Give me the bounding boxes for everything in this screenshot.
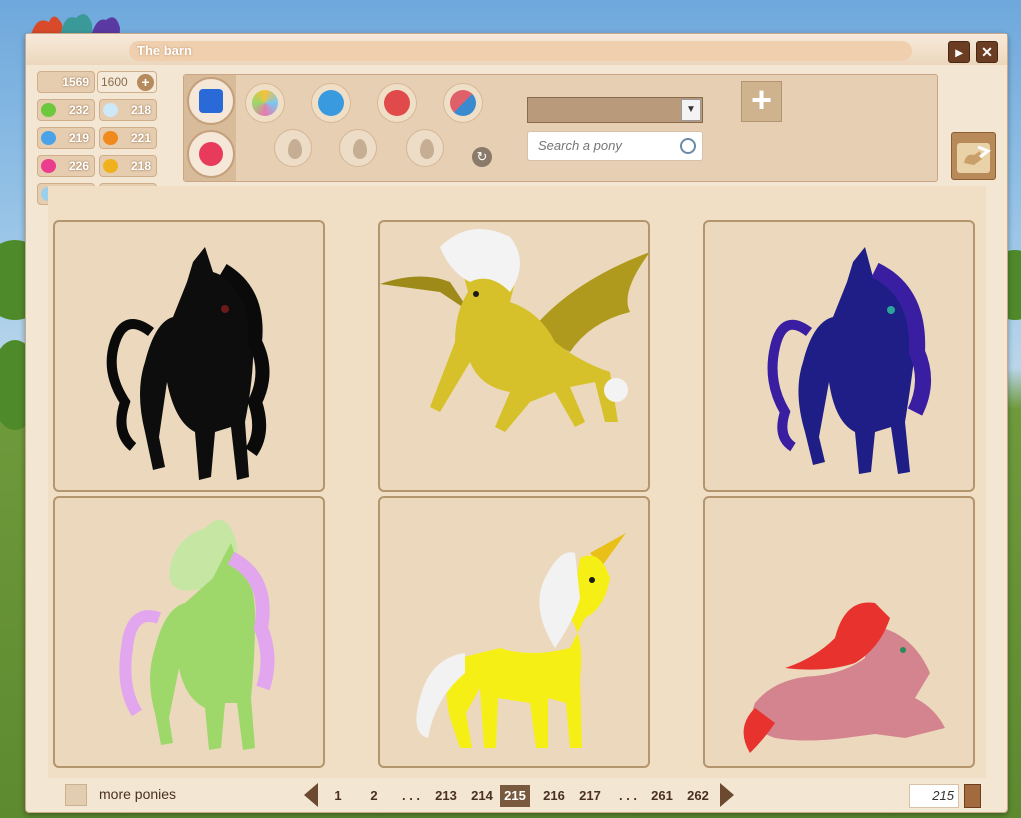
stat-value: 221 (130, 131, 151, 145)
page-link[interactable]: 216 (539, 785, 569, 807)
bubbles-icon (41, 131, 56, 145)
stat-paw: 218 (99, 155, 157, 177)
filter-breed[interactable] (443, 83, 483, 123)
pony-count: 1569 (37, 71, 95, 93)
page-ellipsis: . . . (401, 788, 421, 803)
pony-pair-icon (450, 90, 476, 116)
stat-value: 219 (68, 131, 89, 145)
filter-gender[interactable] (311, 83, 351, 123)
go-page-button[interactable] (964, 784, 981, 808)
page-link[interactable]: 217 (575, 785, 605, 807)
next-page-icon[interactable] (720, 783, 734, 807)
tab-folder[interactable] (187, 77, 235, 125)
view-tabs (184, 75, 236, 181)
pony-card-green-fairy[interactable] (53, 496, 325, 768)
prev-page-icon[interactable] (304, 783, 318, 807)
apple-icon (41, 103, 56, 117)
window-title: The barn (129, 41, 912, 61)
pony-card-pink-lying[interactable] (703, 496, 975, 768)
stat-cloud: 218 (99, 99, 157, 121)
more-ponies-label: more ponies (99, 786, 177, 802)
chevron-down-icon[interactable]: ▼ (681, 99, 701, 121)
add-capacity-button[interactable]: + (137, 74, 154, 91)
folder-icon (199, 89, 223, 113)
barn-capacity: 1600 + (97, 71, 157, 93)
pony-card-yellow-unicorn[interactable] (378, 496, 650, 768)
stat-apple: 232 (37, 99, 95, 121)
ring-heart-icon (384, 90, 410, 116)
capacity-value: 1600 (101, 75, 128, 89)
paw-icon (103, 159, 118, 173)
drop-icon (353, 139, 367, 159)
stat-flame: 221 (99, 127, 157, 149)
close-button[interactable]: ✕ (976, 41, 998, 63)
filter-toolbar: ↻ ▼ + (183, 74, 938, 182)
page-ellipsis: . . . (618, 788, 638, 803)
stat-value: 218 (130, 103, 151, 117)
filter-unicorn[interactable] (274, 129, 312, 167)
search-icon[interactable] (680, 138, 696, 154)
star-icon (199, 142, 223, 166)
stat-bubbles: 219 (37, 127, 95, 149)
stat-value: 218 (130, 159, 151, 173)
flame-icon (103, 131, 118, 145)
add-button[interactable]: + (741, 81, 782, 122)
page-link[interactable]: 262 (683, 785, 713, 807)
pagination-bar: more ponies 1 2 . . . 213 214 215 216 21… (26, 779, 1007, 811)
pony-grid (48, 186, 986, 778)
tab-favorites[interactable] (187, 130, 235, 178)
more-ponies-checkbox[interactable] (65, 784, 87, 806)
filter-colors[interactable] (245, 83, 285, 123)
page-link[interactable]: 2 (362, 785, 386, 807)
refresh-icon[interactable]: ↻ (472, 147, 492, 167)
page-link[interactable]: 213 (431, 785, 461, 807)
stat-value: 226 (68, 159, 89, 173)
page-link[interactable]: 214 (467, 785, 497, 807)
palette-icon (252, 90, 278, 116)
pony-card-navy[interactable] (703, 220, 975, 492)
pony-card-black[interactable] (53, 220, 325, 492)
page-link[interactable]: 261 (647, 785, 677, 807)
drop-icon (420, 139, 434, 159)
drop-icon (288, 139, 302, 159)
search-field[interactable] (527, 131, 703, 161)
cloud-icon (103, 103, 118, 117)
page-number-input[interactable]: 215 (909, 784, 959, 808)
barn-window: The barn ▸ ✕ 1569 1600 + 232 218 219 221… (25, 33, 1008, 813)
title-bar: The barn ▸ ✕ (26, 34, 1007, 65)
gender-icon (318, 90, 344, 116)
category-select[interactable]: ▼ (527, 97, 703, 123)
search-input[interactable] (538, 138, 678, 153)
heart-icon (41, 159, 56, 173)
move-pony-button[interactable] (951, 132, 996, 180)
collapse-button[interactable]: ▸ (948, 41, 970, 63)
filter-eye[interactable] (406, 129, 444, 167)
pony-card-golden-bat[interactable] (378, 220, 650, 492)
stat-value: 232 (68, 103, 89, 117)
filter-love[interactable] (377, 83, 417, 123)
filter-trophy[interactable] (339, 129, 377, 167)
stat-heart: 226 (37, 155, 95, 177)
current-page[interactable]: 215 (500, 785, 530, 807)
page-link[interactable]: 1 (326, 785, 350, 807)
